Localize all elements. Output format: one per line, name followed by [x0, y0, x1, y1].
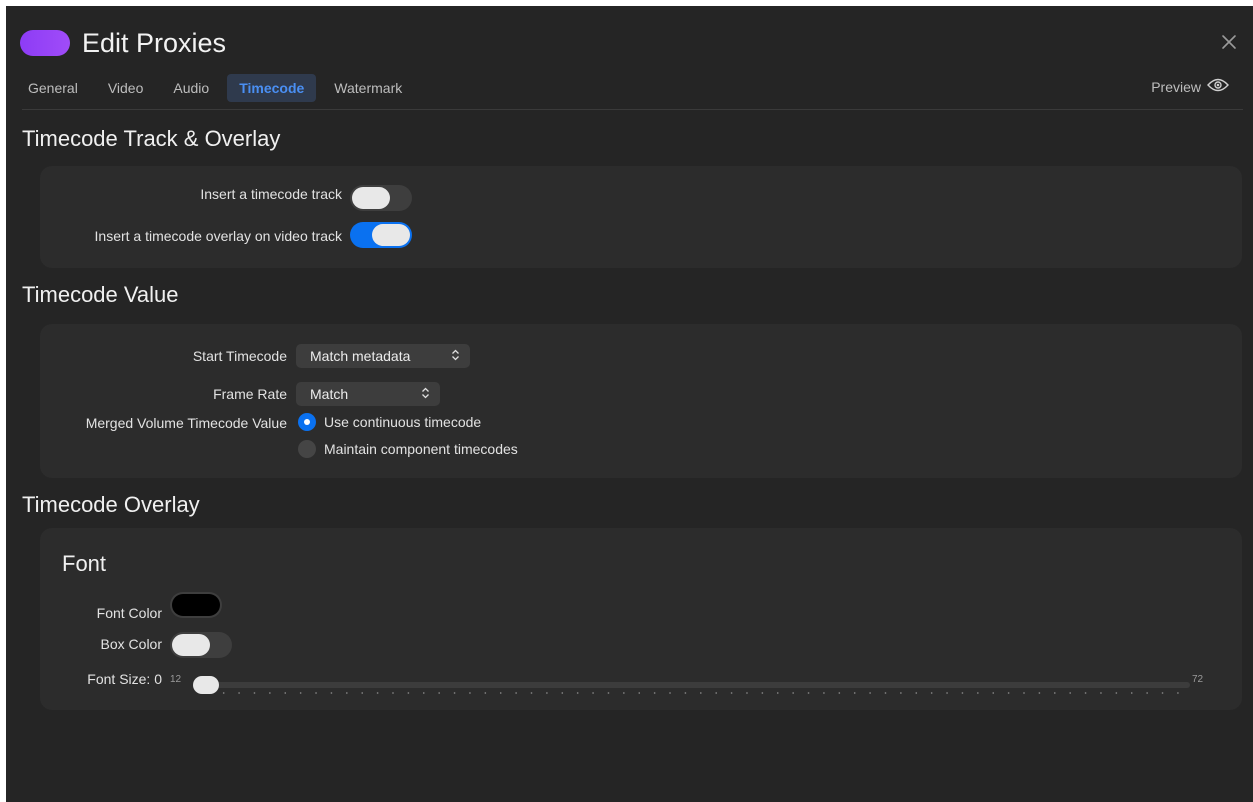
radio-continuous[interactable] — [298, 413, 316, 431]
title-bar: Edit Proxies — [20, 26, 226, 60]
preview-button[interactable]: Preview — [1151, 78, 1229, 95]
insert-track-label: Insert a timecode track — [200, 186, 342, 202]
font-size-label: Font Size: 0 — [87, 671, 162, 687]
tab-general[interactable]: General — [16, 74, 90, 102]
chevron-up-down-icon — [451, 348, 460, 364]
font-size-max-label: 72 — [1192, 674, 1204, 685]
tab-video[interactable]: Video — [96, 74, 156, 102]
frame-rate-select[interactable]: Match — [296, 382, 440, 406]
tab-divider — [22, 109, 1243, 110]
font-size-row: Font Size: 0 — [87, 671, 162, 687]
section-title-timecode-overlay: Timecode Overlay — [22, 492, 200, 517]
track-overlay-card — [40, 166, 1242, 268]
radio-option-component[interactable]: Maintain component timecodes — [298, 440, 518, 458]
font-size-slider-knob[interactable] — [193, 676, 219, 694]
radio-component-label: Maintain component timecodes — [324, 441, 518, 457]
tab-bar: General Video Audio Timecode Watermark — [16, 74, 414, 102]
font-heading: Font — [62, 551, 107, 576]
window-title: Edit Proxies — [82, 27, 227, 58]
radio-component[interactable] — [298, 440, 316, 458]
tab-timecode[interactable]: Timecode — [227, 74, 317, 102]
merged-volume-label: Merged Volume Timecode Value — [85, 415, 287, 431]
close-icon[interactable] — [1219, 32, 1239, 52]
box-color-row: Box Color — [101, 636, 162, 652]
font-color-swatch — [172, 594, 220, 616]
edit-proxies-window: Edit Proxies General Video Audio Timecod… — [6, 6, 1253, 802]
radio-continuous-label: Use continuous timecode — [324, 414, 482, 430]
insert-overlay-toggle[interactable] — [350, 222, 412, 248]
radio-option-continuous[interactable]: Use continuous timecode — [298, 413, 481, 431]
tab-audio[interactable]: Audio — [161, 74, 221, 102]
start-timecode-row: Start Timecode — [193, 348, 287, 364]
insert-track-toggle[interactable] — [350, 185, 412, 211]
frame-rate-label: Frame Rate — [213, 386, 287, 402]
start-timecode-label: Start Timecode — [192, 348, 287, 364]
frame-rate-value: Match — [310, 386, 349, 402]
chevron-up-down-icon — [421, 386, 430, 402]
section-title-timecode-value: Timecode Value — [22, 282, 179, 307]
start-timecode-select[interactable]: Match metadata — [296, 344, 470, 368]
font-size-min-label: 12 — [170, 674, 182, 685]
font-size-slider-track[interactable] — [204, 682, 1190, 688]
eye-icon — [1207, 78, 1229, 95]
box-color-label: Box Color — [100, 636, 162, 652]
preview-label: Preview — [1151, 78, 1201, 95]
insert-track-row: Insert a timecode track — [200, 186, 342, 202]
tab-watermark[interactable]: Watermark — [322, 74, 414, 102]
font-size-slider-ticks — [216, 692, 1186, 694]
font-color-label: Font Color — [96, 605, 162, 621]
insert-overlay-label: Insert a timecode overlay on video track — [94, 228, 342, 244]
section-title-track-overlay: Timecode Track & Overlay — [22, 126, 281, 151]
insert-overlay-row: Insert a timecode overlay on video track — [95, 228, 342, 244]
app-color-pill — [20, 30, 70, 56]
start-timecode-value: Match metadata — [310, 348, 411, 364]
font-color-well[interactable] — [170, 592, 222, 618]
merged-volume-row: Merged Volume Timecode Value — [86, 415, 287, 431]
frame-rate-row: Frame Rate — [213, 386, 287, 402]
box-color-toggle[interactable] — [170, 632, 232, 658]
font-color-row: Font Color — [97, 605, 162, 621]
